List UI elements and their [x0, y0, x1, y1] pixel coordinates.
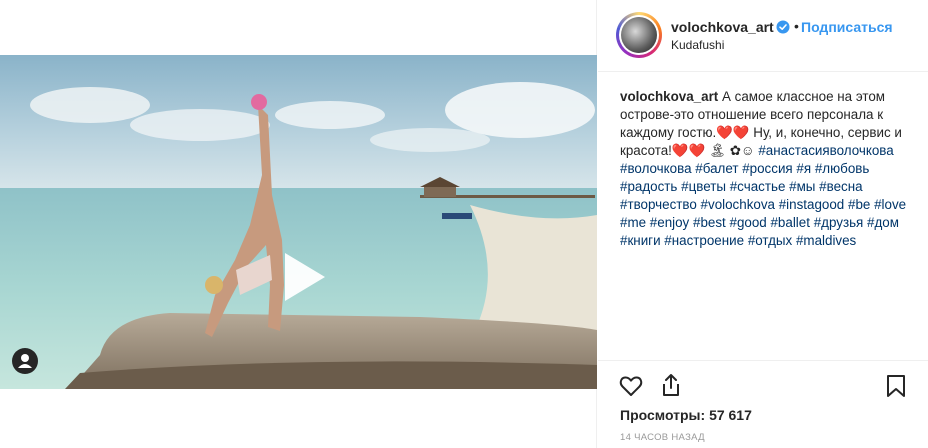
hashtag-link[interactable]: #instagood — [779, 197, 845, 212]
post-header: volochkova_art • Подписаться Kudafushi — [598, 0, 928, 72]
hashtag-link[interactable]: #волочкова — [620, 161, 692, 176]
hashtag-link[interactable]: #весна — [819, 179, 862, 194]
hashtag-link[interactable]: #maldives — [796, 233, 856, 248]
bookmark-icon[interactable] — [884, 373, 908, 399]
hashtag-link[interactable]: #россия — [742, 161, 792, 176]
hashtag-link[interactable]: #good — [730, 215, 767, 230]
separator-dot: • — [794, 18, 799, 34]
hashtag-link[interactable]: #best — [693, 215, 726, 230]
avatar-image — [621, 17, 657, 53]
hashtag-link[interactable]: #я — [796, 161, 811, 176]
beach-scene-image — [0, 55, 597, 389]
hashtag-link[interactable]: #радость — [620, 179, 677, 194]
hashtag-link[interactable]: #ballet — [770, 215, 809, 230]
media-panel — [0, 0, 597, 448]
hashtag-link[interactable]: #отдых — [748, 233, 792, 248]
play-icon[interactable] — [267, 243, 335, 311]
post-video[interactable] — [0, 55, 597, 389]
hashtag-link[interactable]: #enjoy — [650, 215, 689, 230]
hashtag-link[interactable]: #дом — [867, 215, 899, 230]
hashtag-link[interactable]: #be — [848, 197, 870, 212]
hashtag-link[interactable]: #любовь — [815, 161, 870, 176]
hashtag-link[interactable]: #балет — [695, 161, 738, 176]
avatar[interactable] — [619, 15, 659, 55]
views-label: Просмотры: — [620, 407, 706, 423]
hashtag-link[interactable]: #книги — [620, 233, 661, 248]
views-count: 57 617 — [709, 407, 752, 423]
views-counter[interactable]: Просмотры: 57 617 — [620, 407, 752, 423]
hashtag-link[interactable]: #счастье — [730, 179, 786, 194]
hashtag-list: #анастасияволочкова #волочкова #балет #р… — [620, 143, 906, 248]
hashtag-link[interactable]: #настроение — [664, 233, 744, 248]
hashtag-link[interactable]: #volochkova — [701, 197, 775, 212]
hashtag-link[interactable]: #творчество — [620, 197, 697, 212]
post-caption: volochkova_art А самое классное на этом … — [620, 88, 910, 250]
hashtag-link[interactable]: #мы — [789, 179, 815, 194]
post-side-panel: volochkova_art • Подписаться Kudafushi v… — [598, 0, 928, 448]
avatar-story-ring[interactable] — [616, 12, 662, 58]
action-bar — [598, 360, 928, 408]
follow-button[interactable]: Подписаться — [801, 19, 893, 35]
share-icon[interactable] — [658, 372, 684, 398]
user-tag-icon[interactable] — [12, 348, 38, 374]
heart-outline-icon[interactable] — [618, 373, 644, 399]
hashtag-link[interactable]: #me — [620, 215, 646, 230]
post-timestamp[interactable]: 14 часов назад — [620, 432, 705, 443]
location-link[interactable]: Kudafushi — [671, 38, 724, 52]
verified-badge-icon — [776, 20, 790, 34]
hashtag-link[interactable]: #анастасияволочкова — [758, 143, 893, 158]
hashtag-link[interactable]: #love — [874, 197, 906, 212]
username-link[interactable]: volochkova_art — [671, 19, 774, 35]
hashtag-link[interactable]: #друзья — [814, 215, 864, 230]
caption-username[interactable]: volochkova_art — [620, 89, 718, 104]
hashtag-link[interactable]: #цветы — [681, 179, 726, 194]
